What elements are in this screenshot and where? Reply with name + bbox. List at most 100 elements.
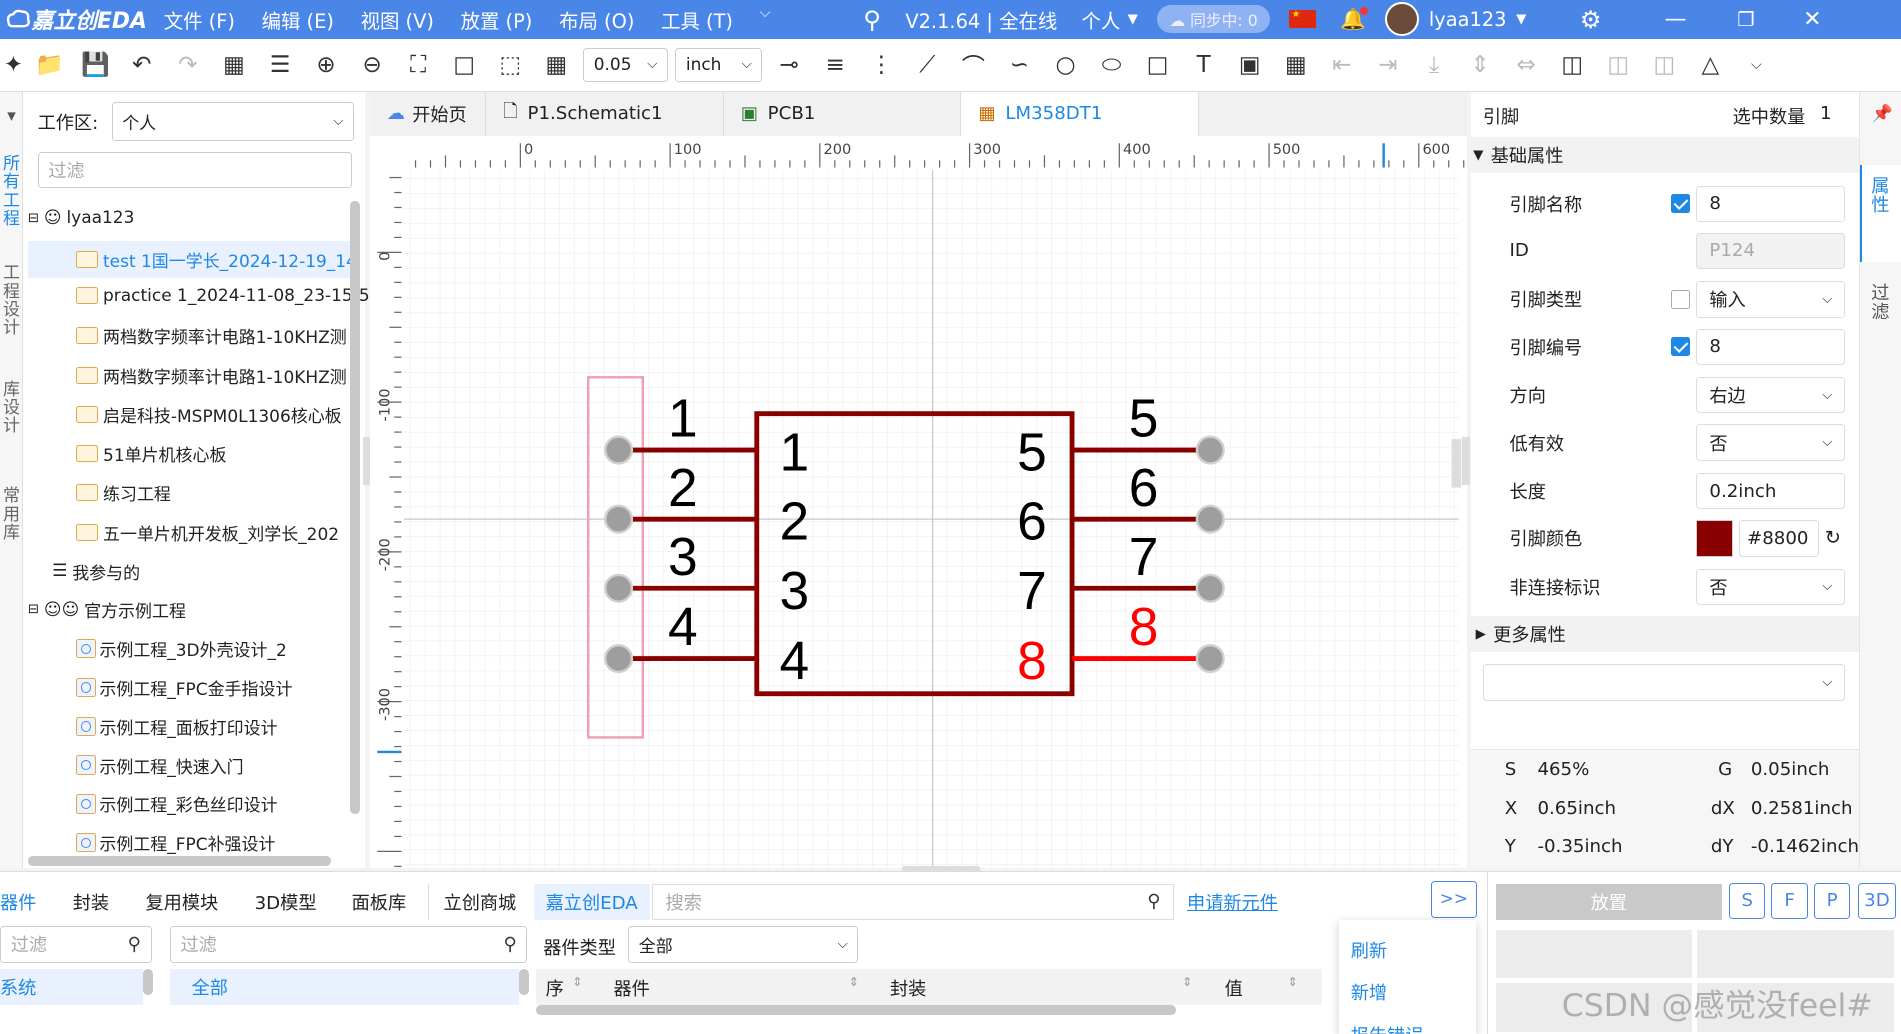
line-icon[interactable]: ⟋: [904, 38, 950, 91]
apply-new-part-link[interactable]: 申请新元件: [1187, 884, 1278, 920]
length-input[interactable]: 0.2inch: [1696, 472, 1846, 510]
sort-icon[interactable]: ⇕: [849, 975, 859, 989]
col-footprint[interactable]: 封装: [890, 975, 926, 1001]
col-device[interactable]: 器件: [614, 975, 650, 1001]
col-value[interactable]: 值: [1225, 975, 1243, 1001]
pin-number-input[interactable]: 8: [1696, 328, 1846, 365]
pin-number-visible-checkbox[interactable]: [1670, 337, 1691, 357]
align-left-icon[interactable]: ⇤: [1319, 38, 1365, 91]
tab-reuse-modules[interactable]: 复用模块: [146, 884, 219, 920]
text-icon[interactable]: T: [1181, 38, 1227, 91]
align-center-h-icon[interactable]: ⇕: [1457, 38, 1503, 91]
zoom-in-icon[interactable]: ⊕: [303, 38, 349, 91]
pin-name-input[interactable]: 8: [1696, 185, 1846, 222]
col-index[interactable]: 序: [546, 975, 564, 1001]
menu-add[interactable]: 新增: [1351, 979, 1387, 1005]
maximize-icon[interactable]: ❐: [1737, 8, 1754, 31]
pin-endpoint[interactable]: [603, 435, 633, 465]
tree-official-node[interactable]: ⊟ ☺☺ 官方示例工程: [28, 592, 358, 628]
nav-filter[interactable]: 过滤: [1869, 284, 1891, 323]
view-symbol-button[interactable]: S: [1729, 882, 1766, 920]
more-props-select[interactable]: ⌵: [1482, 664, 1846, 701]
tab-3d-models[interactable]: 3D模型: [255, 884, 317, 920]
app-logo[interactable]: 嘉立创EDA: [0, 4, 164, 35]
sort-icon[interactable]: ⇕: [1288, 975, 1298, 989]
user-chevron-icon[interactable]: ▼: [1516, 12, 1526, 27]
menu-more-chevron-icon[interactable]: ⌵: [760, 5, 771, 34]
grid-icon[interactable]: ▦: [533, 38, 579, 91]
class-filter-input[interactable]: 过滤 ⚲: [169, 926, 528, 963]
china-flag-icon[interactable]: ★: [1289, 9, 1316, 29]
save-icon[interactable]: 💾: [73, 38, 119, 91]
place-button[interactable]: 放置: [1496, 883, 1722, 921]
canvas-svg[interactable]: 0 100 200 300 400 500 600 0 -100 -200 -300 1 1 2 2 3 3…: [369, 135, 1468, 869]
active-low-select[interactable]: 否 ⌵: [1696, 424, 1846, 461]
pin-endpoint[interactable]: [1195, 504, 1225, 534]
sync-status[interactable]: ☁ 同步中: 0: [1157, 5, 1270, 34]
avatar[interactable]: [1385, 2, 1420, 37]
open-folder-icon[interactable]: 📁: [27, 38, 73, 91]
search-icon[interactable]: ⚲: [1147, 891, 1160, 912]
menu-refresh[interactable]: 刷新: [1351, 937, 1387, 963]
canvas-scroll-handle[interactable]: [1451, 438, 1462, 488]
unit-select[interactable]: inch ⌵: [675, 48, 763, 82]
pin-endpoint[interactable]: [1195, 643, 1225, 673]
search-icon[interactable]: ⚲: [503, 934, 516, 955]
user-name[interactable]: lyaa123: [1429, 8, 1507, 31]
view-footprint-button[interactable]: F: [1771, 882, 1808, 920]
collapse-icon[interactable]: ⊟: [28, 211, 39, 226]
align-center-v-icon[interactable]: ⇔: [1503, 38, 1549, 91]
search-icon[interactable]: ⚲: [128, 934, 141, 955]
symbol-canvas[interactable]: 0 100 200 300 400 500 600 0 -100 -200 -300 1 1 2 2 3 3…: [369, 135, 1468, 869]
library-search-input[interactable]: 搜索 ⚲: [652, 883, 1174, 921]
workspace-switch[interactable]: 个人: [1082, 5, 1121, 34]
tab-start[interactable]: ☁ 开始页: [369, 92, 487, 136]
nav-common-library[interactable]: 常用库: [0, 487, 23, 542]
fit-view-icon[interactable]: ⛶: [395, 38, 441, 91]
pin-name-visible-checkbox[interactable]: [1670, 193, 1691, 214]
pin-type-select[interactable]: 输入 ⌵: [1696, 281, 1846, 318]
align-bottom-icon[interactable]: ⤓: [1411, 38, 1457, 91]
class-scrollbar[interactable]: [518, 968, 529, 996]
pin-endpoint[interactable]: [603, 504, 633, 534]
distribute-v-icon[interactable]: ◫: [1641, 38, 1687, 91]
collapse-icon[interactable]: ⊟: [28, 602, 39, 617]
workspace-select[interactable]: 个人 ⌵: [111, 101, 355, 141]
arc-icon[interactable]: ⌒: [950, 38, 996, 91]
sort-icon[interactable]: ⇕: [572, 975, 582, 989]
noconnect-select[interactable]: 否 ⌵: [1696, 568, 1846, 606]
tree-project-item[interactable]: test 1国一学长_2024-12-19_14: [27, 241, 358, 278]
zoom-out-icon[interactable]: ⊖: [349, 38, 395, 91]
pin-color-input[interactable]: #8800: [1738, 520, 1819, 557]
menu-tools[interactable]: 工具 (T): [661, 5, 733, 34]
left-panel-resize-handle[interactable]: [362, 436, 370, 485]
redo-icon[interactable]: ↷: [165, 38, 211, 91]
nav-properties[interactable]: 属性: [1869, 177, 1891, 216]
menu-report-error[interactable]: 报告错误: [1351, 1022, 1424, 1034]
menu-view[interactable]: 视图 (V): [361, 5, 434, 34]
tree-scrollbar[interactable]: [143, 968, 153, 996]
pin-endpoint[interactable]: [603, 643, 633, 673]
tab-footprints[interactable]: 封装: [73, 884, 109, 920]
grid-size-select[interactable]: 0.05 ⌵: [583, 48, 668, 82]
search-icon[interactable]: ⚲: [863, 5, 881, 34]
tree-scrollbar[interactable]: [350, 201, 361, 814]
minimize-icon[interactable]: —: [1665, 7, 1687, 32]
results-h-scrollbar[interactable]: [535, 1004, 1177, 1015]
sort-icon[interactable]: ⇕: [1182, 975, 1192, 989]
ellipse-icon[interactable]: ⬭: [1089, 38, 1135, 91]
pin-endpoint[interactable]: [1195, 435, 1225, 465]
pin-tool-icon[interactable]: ⊸: [766, 38, 812, 91]
zoom-area-icon[interactable]: □: [441, 38, 487, 91]
view-pinout-button[interactable]: P: [1813, 882, 1851, 920]
tab-devices[interactable]: 器件: [0, 884, 36, 920]
bezier-icon[interactable]: ∽: [996, 38, 1042, 91]
bus-pin-icon[interactable]: ⋮: [858, 38, 904, 91]
direction-select[interactable]: 右边 ⌵: [1696, 377, 1846, 414]
flip-icon[interactable]: △: [1687, 38, 1733, 91]
color-swatch[interactable]: [1696, 520, 1733, 557]
section-basic-header[interactable]: ▼ 基础属性: [1470, 137, 1859, 174]
nav-all-projects[interactable]: 所有工程: [0, 155, 23, 228]
tree-h-scrollbar[interactable]: [27, 856, 331, 866]
rectangle-icon[interactable]: □: [1135, 38, 1181, 91]
